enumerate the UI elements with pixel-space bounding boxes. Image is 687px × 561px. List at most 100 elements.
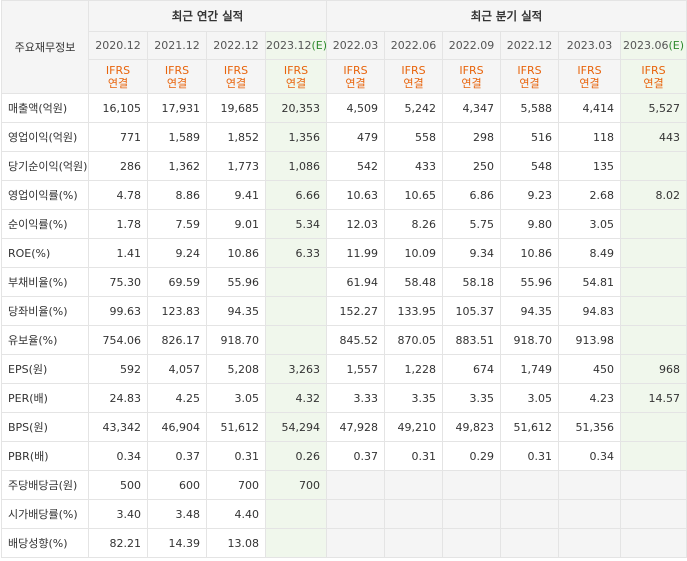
standard-line1: IFRS — [283, 63, 309, 77]
table-cell: 0.31 — [384, 441, 443, 471]
table-row: BPS(원) 43,342 46,904 51,612 54,294 47,928 49,2… — [1, 412, 687, 442]
table-cell: 8.86 — [147, 180, 207, 210]
standard-line1: IFRS — [401, 63, 426, 77]
table-cell — [619, 267, 687, 297]
table-cell: 5,527 — [619, 93, 687, 123]
table-cell: 0.29 — [442, 441, 501, 471]
table-cell: 479 — [326, 122, 385, 152]
row-label: 시가배당률(%) — [1, 499, 89, 529]
table-cell: 0.26 — [265, 441, 327, 471]
period-header: 2022.09 — [442, 31, 501, 60]
table-cell: 12.03 — [326, 209, 385, 239]
table-cell: 845.52 — [326, 325, 385, 355]
table-cell: 14.57 — [619, 383, 687, 413]
standard-line1: IFRS — [105, 63, 131, 77]
table-cell — [326, 499, 385, 529]
period-label: 2023.03 — [566, 39, 613, 52]
standard-line1: IFRS — [343, 63, 368, 77]
table-cell: 250 — [442, 151, 501, 181]
standard-line1: IFRS — [164, 63, 190, 77]
table-row: 매출액(억원) 16,105 17,931 19,685 20,353 4,509 5,24… — [1, 93, 687, 123]
table-cell: 2.68 — [558, 180, 621, 210]
table-cell: 10.09 — [384, 238, 443, 268]
table-cell: 754.06 — [88, 325, 148, 355]
table-cell: 450 — [558, 354, 621, 384]
row-label: PBR(배) — [1, 441, 89, 471]
period-header: 2022.06 — [384, 31, 443, 60]
table-cell: 49,823 — [442, 412, 501, 442]
table-row: 주당배당금(원) 500 600 700 700 — [1, 470, 687, 500]
table-cell: 8.49 — [558, 238, 621, 268]
table-cell: 6.66 — [265, 180, 327, 210]
row-label: 매출액(억원) — [1, 93, 89, 123]
table-cell — [619, 412, 687, 442]
table-cell — [619, 441, 687, 471]
table-cell: 4.40 — [206, 499, 266, 529]
table-cell: 8.26 — [384, 209, 443, 239]
table-cell: 4.78 — [88, 180, 148, 210]
table-cell: 5.75 — [442, 209, 501, 239]
row-label: 당기순이익(억원) — [1, 151, 89, 181]
accounting-standard: IFRS 연결 — [500, 59, 559, 94]
table-cell: 9.34 — [442, 238, 501, 268]
table-cell: 58.18 — [442, 267, 501, 297]
table-cell: 516 — [500, 122, 559, 152]
standard-line2: 연결 — [519, 76, 540, 90]
table-cell: 1,557 — [326, 354, 385, 384]
table-cell — [265, 296, 327, 326]
table-cell: 118 — [558, 122, 621, 152]
standard-line1: IFRS — [223, 63, 249, 77]
table-cell: 883.51 — [442, 325, 501, 355]
table-cell: 16,105 — [88, 93, 148, 123]
table-cell: 3.05 — [500, 383, 559, 413]
table-cell: 0.37 — [326, 441, 385, 471]
table-cell: 123.83 — [147, 296, 207, 326]
table-cell: 4,347 — [442, 93, 501, 123]
accounting-standard: IFRS 연결 — [619, 59, 687, 94]
table-cell: 433 — [384, 151, 443, 181]
row-label: PER(배) — [1, 383, 89, 413]
table-cell: 10.86 — [206, 238, 266, 268]
period-label: 2020.12 — [95, 39, 141, 52]
period-label: 2023.12 — [266, 39, 312, 52]
period-label: 2022.03 — [332, 39, 379, 52]
table-cell — [442, 499, 501, 529]
accounting-standard: IFRS 연결 — [265, 59, 327, 94]
table-cell: 5,588 — [500, 93, 559, 123]
table-cell: 4.25 — [147, 383, 207, 413]
table-cell — [326, 528, 385, 558]
table-cell — [384, 470, 443, 500]
table-cell: 54,294 — [265, 412, 327, 442]
table-cell — [619, 238, 687, 268]
period-header: 2021.12 — [147, 31, 207, 60]
table-cell: 0.37 — [147, 441, 207, 471]
table-cell: 3,263 — [265, 354, 327, 384]
accounting-standard: IFRS 연결 — [442, 59, 501, 94]
table-row: EPS(원) 592 4,057 5,208 3,263 1,557 1,228 674 1,7… — [1, 354, 687, 384]
table-cell: 9.01 — [206, 209, 266, 239]
table-row: 영업이익(억원) 771 1,589 1,852 1,356 479 558 298 516 11… — [1, 122, 687, 152]
period-label: 2023.06 — [622, 39, 669, 52]
standard-line1: IFRS — [459, 63, 484, 77]
table-cell — [619, 296, 687, 326]
table-cell: 5,242 — [384, 93, 443, 123]
table-row: 영업이익률(%) 4.78 8.86 9.41 6.66 10.63 10.65 6.86 9.… — [1, 180, 687, 210]
table-cell: 4,057 — [147, 354, 207, 384]
financial-summary-table: 주요재무정보 최근 연간 실적 최근 분기 실적 2020.12 2021.12 2… — [1, 0, 687, 558]
table-cell — [265, 267, 327, 297]
table-cell: 13.08 — [206, 528, 266, 558]
table-cell: 0.34 — [88, 441, 148, 471]
table-cell: 6.86 — [442, 180, 501, 210]
period-header: 2023.03 — [558, 31, 621, 60]
table-cell: 58.48 — [384, 267, 443, 297]
table-row: PBR(배) 0.34 0.37 0.31 0.26 0.37 0.31 0.29 0.31 0.… — [1, 441, 687, 471]
table-row: 배당성향(%) 82.21 14.39 13.08 — [1, 528, 687, 558]
quarterly-group-header: 최근 분기 실적 — [325, 0, 687, 32]
period-header: 2022.12 — [500, 31, 559, 60]
row-label: 순이익률(%) — [1, 209, 89, 239]
table-cell: 54.81 — [558, 267, 621, 297]
table-cell: 152.27 — [326, 296, 385, 326]
period-header: 2020.12 — [88, 31, 148, 60]
table-cell: 105.37 — [442, 296, 501, 326]
table-cell: 46,904 — [147, 412, 207, 442]
